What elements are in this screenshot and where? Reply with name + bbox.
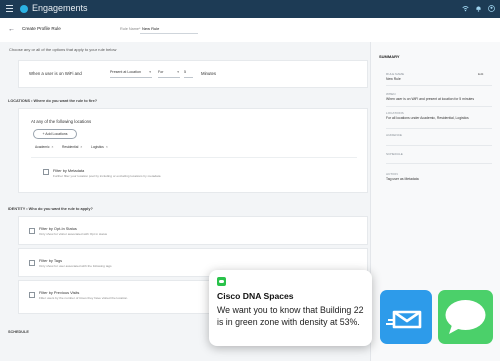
divider xyxy=(386,106,492,107)
close-icon[interactable]: × xyxy=(51,145,53,149)
comparator-select[interactable]: For ▾ xyxy=(158,68,180,78)
metadata-title: Filter by Metadata xyxy=(53,168,85,173)
rule-name-summary-value: New Rule xyxy=(386,77,401,81)
location-chip[interactable]: Academic × xyxy=(35,145,53,149)
locations-any-text: At any of the following locations xyxy=(31,119,92,124)
previous-visits-checkbox[interactable] xyxy=(29,292,35,298)
action-summary-value: Tag user as Metadata xyxy=(386,177,419,181)
option-title: Filter by Tags xyxy=(39,258,63,263)
chip-label: Logistics xyxy=(91,145,104,149)
trigger-card: When a user is on WiFi and Present at Lo… xyxy=(18,60,368,88)
back-arrow-icon[interactable]: ← xyxy=(8,26,15,33)
chip-label: Residential xyxy=(62,145,79,149)
tags-checkbox[interactable] xyxy=(29,260,35,266)
schedule-summary-label: SCHEDULE xyxy=(386,152,403,156)
divider xyxy=(386,85,492,86)
option-description: Filter users by the number of times they… xyxy=(39,296,129,300)
push-notification[interactable]: Cisco DNA Spaces We want you to know tha… xyxy=(209,270,372,346)
mail-glyph xyxy=(386,310,422,329)
identity-section-label: IDENTITY • Who do you want the rule to a… xyxy=(8,207,93,211)
location-chip[interactable]: Logistics × xyxy=(91,145,108,149)
summary-title: SUMMARY xyxy=(379,54,400,59)
divider xyxy=(31,157,357,158)
menu-icon[interactable] xyxy=(6,5,13,14)
user-icon[interactable] xyxy=(488,5,495,12)
messages-app-icon xyxy=(217,277,226,286)
presence-value: Present at Location xyxy=(110,70,141,74)
location-chip[interactable]: Residential × xyxy=(62,145,82,149)
locations-card: At any of the following locations + Add … xyxy=(18,108,368,193)
when-summary-label: WHEN xyxy=(386,92,396,96)
when-summary-value: When user is on WiFi and present at loca… xyxy=(386,97,475,101)
chip-label: Academic xyxy=(35,145,50,149)
page-header: ← Create Profile Rule Rule Name* New Rul… xyxy=(0,18,500,43)
chevron-down-icon: ▾ xyxy=(177,70,179,74)
notification-body: We want you to know that Building 22 is … xyxy=(217,305,364,327)
locations-summary-label: LOCATIONS xyxy=(386,111,404,115)
metadata-checkbox[interactable] xyxy=(43,169,49,175)
presence-select[interactable]: Present at Location ▾ xyxy=(110,68,152,78)
metadata-description: Further filter your location pool by inc… xyxy=(53,174,161,178)
close-icon[interactable]: × xyxy=(80,145,82,149)
mail-app-icon[interactable] xyxy=(380,290,432,344)
rule-name-label: Rule Name* xyxy=(120,27,141,31)
edit-link[interactable]: Edit xyxy=(478,72,483,76)
wifi-icon[interactable] xyxy=(462,5,469,12)
close-icon[interactable]: × xyxy=(106,145,108,149)
trigger-prefix: When a user is on WiFi and xyxy=(29,71,82,76)
notification-title: Cisco DNA Spaces xyxy=(217,291,294,301)
divider xyxy=(386,145,492,146)
duration-unit: Minutes xyxy=(201,71,217,76)
duration-input[interactable]: 5 xyxy=(184,68,193,78)
locations-summary-value: For all locations under Academic, Reside… xyxy=(386,116,469,120)
intro-text: Choose any or all of the options that ap… xyxy=(9,47,117,52)
messages-app-icon[interactable] xyxy=(438,290,493,344)
app-title: Engagements xyxy=(32,3,88,13)
divider xyxy=(386,163,492,164)
rule-name-input[interactable]: New Rule xyxy=(140,24,198,34)
locations-section-label: LOCATIONS • Where do you want the rule t… xyxy=(8,99,98,103)
schedule-section-label: SCHEDULE xyxy=(8,330,29,334)
divider xyxy=(386,128,492,129)
brand-icon xyxy=(20,5,28,13)
opt-in-card: Filter by Opt-In Status Only show for vi… xyxy=(18,216,368,245)
add-locations-button[interactable]: + Add Locations xyxy=(33,129,77,139)
option-description: Only show for user associated with the f… xyxy=(39,264,112,268)
chevron-down-icon: ▾ xyxy=(149,70,151,74)
speech-bubble-glyph xyxy=(445,300,486,334)
page-title: Create Profile Rule xyxy=(22,26,61,31)
option-title: Filter by Opt-In Status xyxy=(39,226,77,231)
audience-summary-label: AUDIENCE xyxy=(386,133,402,137)
option-description: Only show for visitor associated with Op… xyxy=(39,232,108,236)
top-bar: Engagements xyxy=(0,0,500,18)
rule-name-summary-label: RULE NAME xyxy=(386,72,405,76)
option-title: Filter by Previous Visits xyxy=(39,290,80,295)
bell-icon[interactable] xyxy=(475,5,482,12)
action-summary-label: ACTION xyxy=(386,172,398,176)
comparator-value: For xyxy=(158,70,164,74)
opt-in-checkbox[interactable] xyxy=(29,228,35,234)
